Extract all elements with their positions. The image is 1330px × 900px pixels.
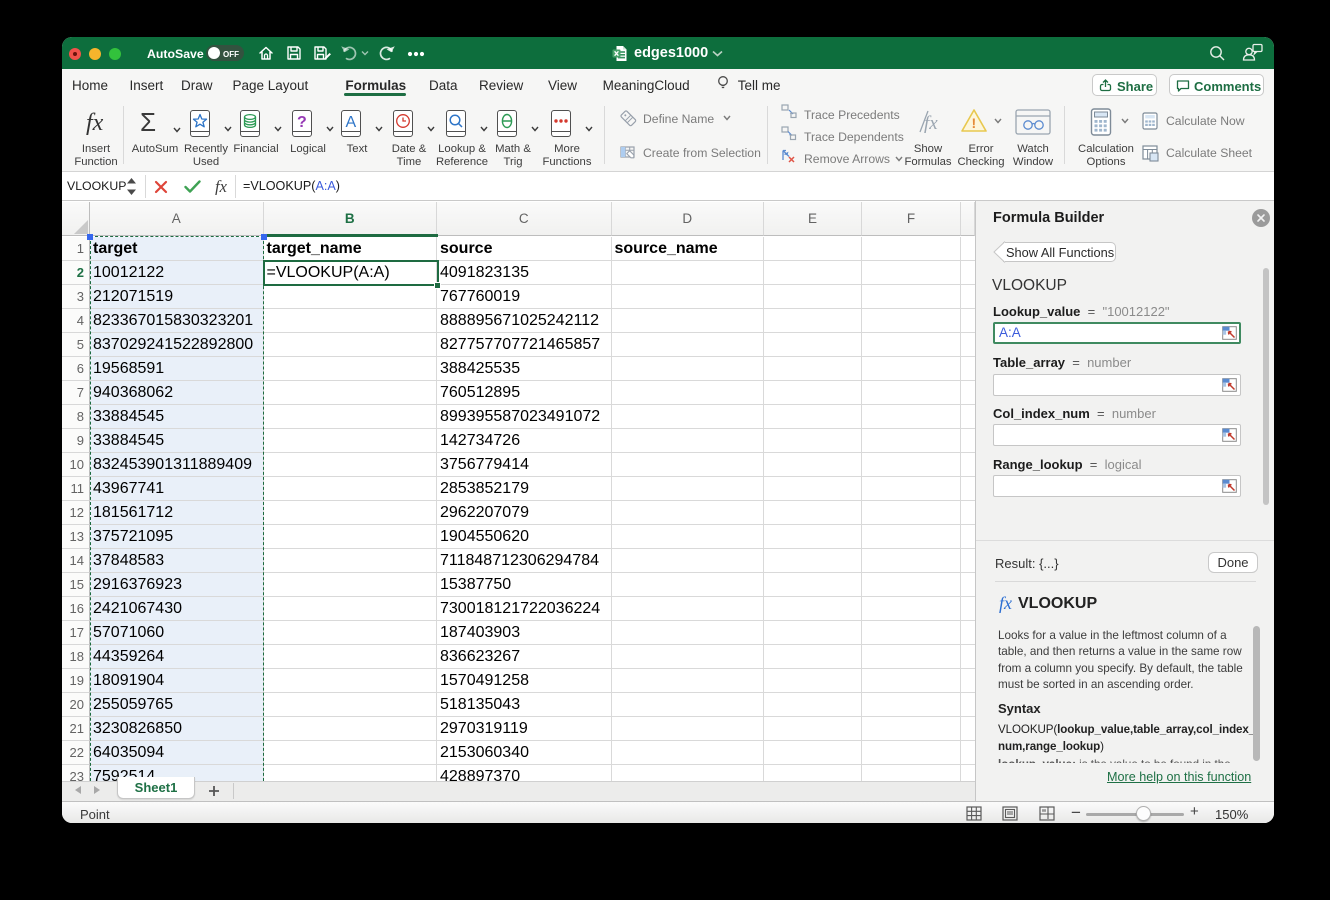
svg-text:Σ: Σ (140, 109, 156, 135)
svg-text:fx: fx (215, 177, 228, 195)
svg-text:?: ? (297, 114, 307, 129)
svg-text:!: ! (972, 115, 977, 131)
svg-text:fx: fx (924, 113, 938, 134)
svg-text:fx: fx (86, 110, 104, 135)
svg-text:fx: fx (999, 593, 1012, 613)
svg-text:A: A (346, 114, 357, 129)
